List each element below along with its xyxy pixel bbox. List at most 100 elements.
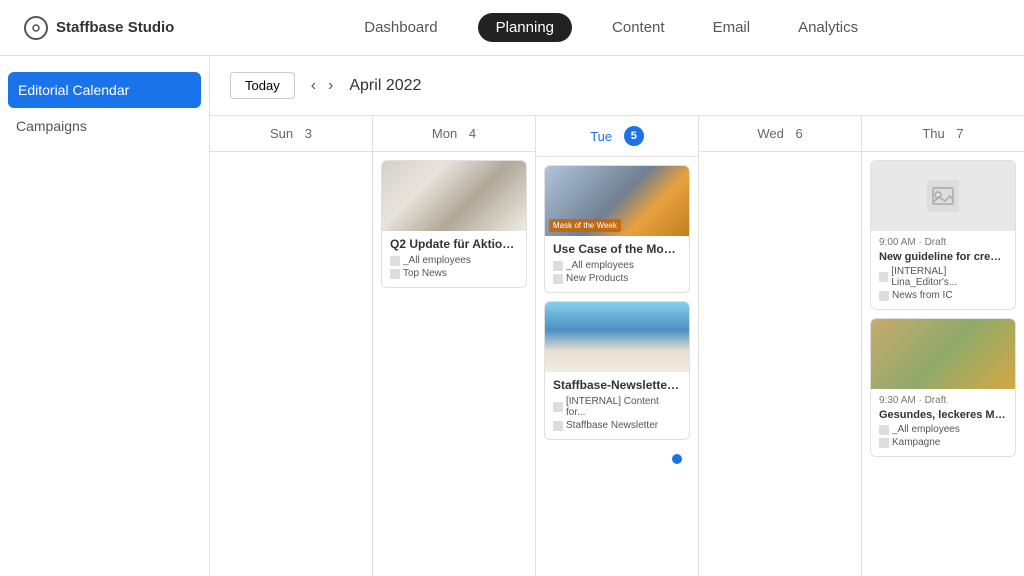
col-tue: Tue 5 Use Case of the Month: Dec... _All… — [536, 116, 699, 576]
card-q2-image — [382, 161, 526, 231]
calendar-nav-arrows: ‹ › — [307, 75, 338, 97]
card-use-case-tag2: New Products — [553, 273, 681, 284]
card-use-case-title: Use Case of the Month: Dec... — [553, 242, 681, 256]
card-use-case-tag1-label: _All employees — [566, 260, 634, 271]
sidebar-item-editorial-calendar[interactable]: Editorial Calendar — [8, 72, 201, 108]
card-use-case-image — [545, 166, 689, 236]
tag-icon-2 — [390, 269, 400, 279]
logo-text: Staffbase Studio — [56, 19, 174, 36]
tag-icon-3 — [553, 261, 563, 271]
day-name-tue: Tue — [590, 129, 612, 144]
card-guideline-tag2-label: News from IC — [892, 290, 953, 301]
col-thu: Thu 7 — [862, 116, 1024, 576]
tag-icon-8 — [879, 291, 889, 301]
calendar-header: Today ‹ › April 2022 — [210, 56, 1024, 116]
card-q2-tag1-label: _All employees — [403, 255, 471, 266]
card-q2-content: Q2 Update für Aktionäre _All employees T… — [382, 231, 526, 287]
col-header-sun: Sun 3 — [210, 116, 372, 152]
card-use-case-tag1: _All employees — [553, 260, 681, 271]
day-num-mon: 4 — [469, 126, 476, 141]
today-badge: 5 — [624, 126, 644, 146]
card-use-case-content: Use Case of the Month: Dec... _All emplo… — [545, 236, 689, 292]
card-guideline-tag1-label: [INTERNAL] Lina_Editor's... — [891, 266, 1007, 288]
card-newsletter-tag2: Staffbase Newsletter — [553, 420, 681, 431]
card-newsletter-tag2-label: Staffbase Newsletter — [566, 420, 658, 431]
tag-icon-10 — [879, 438, 889, 448]
card-newsletter-tag1: [INTERNAL] Content for... — [553, 396, 681, 418]
card-use-case[interactable]: Use Case of the Month: Dec... _All emplo… — [544, 165, 690, 293]
col-body-sun — [210, 152, 372, 168]
logo: Staffbase Studio — [24, 16, 174, 40]
card-guideline-image — [871, 161, 1015, 231]
card-q2-update[interactable]: Q2 Update für Aktionäre _All employees T… — [381, 160, 527, 288]
tag-icon-6 — [553, 421, 563, 431]
card-food-tag1-label: _All employees — [892, 424, 960, 435]
card-guideline-meta: 9:00 AM · Draft — [879, 237, 1007, 248]
card-guideline-content: 9:00 AM · Draft New guideline for creati… — [871, 231, 1015, 309]
day-name-wed: Wed — [757, 126, 784, 141]
card-newsletter-content: Staffbase-Newsletter Deze... [INTERNAL] … — [545, 372, 689, 439]
col-body-thu: 9:00 AM · Draft New guideline for creati… — [862, 152, 1024, 473]
card-newsletter-tag1-label: [INTERNAL] Content for... — [566, 396, 681, 418]
card-food[interactable]: 9:30 AM · Draft Gesundes, leckeres Mitta… — [870, 318, 1016, 457]
nav-dashboard[interactable]: Dashboard — [356, 15, 445, 40]
card-food-content: 9:30 AM · Draft Gesundes, leckeres Mitta… — [871, 389, 1015, 456]
tag-icon-9 — [879, 425, 889, 435]
day-name-sun: Sun — [270, 126, 293, 141]
day-name-thu: Thu — [922, 126, 944, 141]
nav-email[interactable]: Email — [705, 15, 759, 40]
sidebar-item-campaigns[interactable]: Campaigns — [0, 108, 209, 144]
col-body-tue: Use Case of the Month: Dec... _All emplo… — [536, 157, 698, 474]
card-guideline[interactable]: 9:00 AM · Draft New guideline for creati… — [870, 160, 1016, 310]
col-header-thu: Thu 7 — [862, 116, 1024, 152]
calendar-month-title: April 2022 — [349, 77, 421, 95]
card-guideline-tag2: News from IC — [879, 290, 1007, 301]
col-header-mon: Mon 4 — [373, 116, 535, 152]
card-q2-tag1: _All employees — [390, 255, 518, 266]
day-num-thu: 7 — [956, 126, 963, 141]
tag-icon-5 — [553, 402, 563, 412]
scroll-indicator — [544, 448, 690, 466]
main-nav: Dashboard Planning Content Email Analyti… — [222, 13, 1000, 42]
col-mon: Mon 4 Q2 Update für Aktionäre _All emplo… — [373, 116, 536, 576]
card-food-meta: 9:30 AM · Draft — [879, 395, 1007, 406]
image-placeholder-icon — [927, 180, 959, 212]
col-wed: Wed 6 — [699, 116, 862, 576]
card-q2-title: Q2 Update für Aktionäre — [390, 237, 518, 251]
col-body-wed — [699, 152, 861, 168]
card-food-image — [871, 319, 1015, 389]
today-button[interactable]: Today — [230, 72, 295, 99]
nav-content[interactable]: Content — [604, 15, 673, 40]
card-food-tag2: Kampagne — [879, 437, 1007, 448]
day-num-sun: 3 — [305, 126, 312, 141]
card-guideline-tag1: [INTERNAL] Lina_Editor's... — [879, 266, 1007, 288]
col-header-wed: Wed 6 — [699, 116, 861, 152]
main-content: Today ‹ › April 2022 Sun 3 Mon 4 — [210, 56, 1024, 576]
logo-icon — [24, 16, 48, 40]
card-q2-tag2: Top News — [390, 268, 518, 279]
col-sun: Sun 3 — [210, 116, 373, 576]
card-guideline-title: New guideline for creating n... — [879, 251, 1007, 263]
scroll-dot — [672, 454, 682, 464]
tag-icon-7 — [879, 272, 888, 282]
sidebar: Editorial Calendar Campaigns — [0, 56, 210, 576]
day-name-mon: Mon — [432, 126, 457, 141]
prev-month-button[interactable]: ‹ — [307, 75, 320, 97]
card-food-tag2-label: Kampagne — [892, 437, 940, 448]
tag-icon-4 — [553, 274, 563, 284]
day-num-wed: 6 — [795, 126, 802, 141]
tag-icon-1 — [390, 256, 400, 266]
card-q2-tag2-label: Top News — [403, 268, 447, 279]
nav-analytics[interactable]: Analytics — [790, 15, 866, 40]
col-body-mon: Q2 Update für Aktionäre _All employees T… — [373, 152, 535, 304]
layout: Editorial Calendar Campaigns Today ‹ › A… — [0, 56, 1024, 576]
next-month-button[interactable]: › — [324, 75, 337, 97]
calendar-grid: Sun 3 Mon 4 Q2 Update für Aktionäre — [210, 116, 1024, 576]
card-newsletter-title: Staffbase-Newsletter Deze... — [553, 378, 681, 392]
card-newsletter[interactable]: Staffbase-Newsletter Deze... [INTERNAL] … — [544, 301, 690, 440]
nav-planning[interactable]: Planning — [478, 13, 572, 42]
col-header-tue: Tue 5 — [536, 116, 698, 157]
card-food-title: Gesundes, leckeres Mittage... — [879, 409, 1007, 421]
header: Staffbase Studio Dashboard Planning Cont… — [0, 0, 1024, 56]
card-food-tag1: _All employees — [879, 424, 1007, 435]
